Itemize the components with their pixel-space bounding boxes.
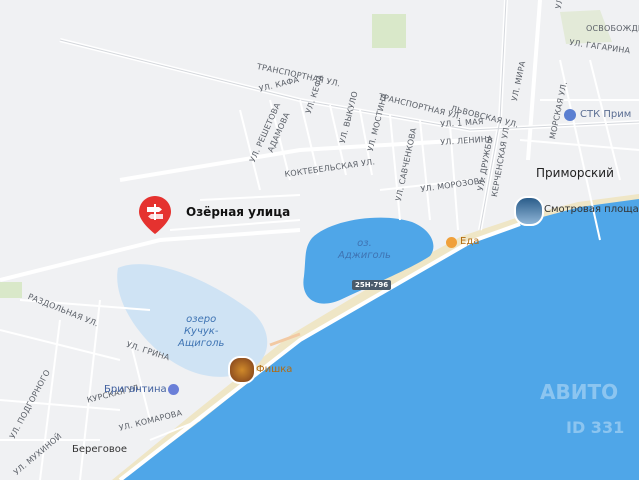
restaurant-photo-icon[interactable]: [228, 356, 256, 384]
watermark: АВИТО: [540, 380, 619, 404]
food-icon[interactable]: [446, 237, 457, 248]
pin-title[interactable]: Озёрная улица: [186, 205, 290, 219]
lake-kuchuk-label: озеро Кучук- Ащиголь: [178, 314, 225, 349]
poi-stk-label[interactable]: СТК Прим: [580, 109, 631, 120]
lake-adzhigol-label: оз. Аджиголь: [338, 238, 391, 261]
road-shield: 25Н-796: [352, 280, 392, 290]
map-canvas[interactable]: оз. Аджиголь озеро Кучук- Ащиголь 25Н-796 Т…: [0, 0, 639, 480]
signpost-pin-icon: [139, 196, 171, 234]
park-area: [372, 14, 406, 48]
watermark-id: ID 331: [566, 418, 625, 437]
building-icon[interactable]: [564, 109, 576, 121]
settlement-label: Приморский: [536, 166, 614, 180]
map-base-layer: [0, 0, 639, 480]
poi-fishka-label[interactable]: Фишка: [256, 364, 292, 375]
location-pin[interactable]: [137, 194, 173, 236]
poi-viewpoint-label[interactable]: Смотровая площад: [544, 204, 639, 215]
park-area: [0, 282, 22, 298]
settlement-label: Береговое: [72, 444, 128, 455]
poi-food-label[interactable]: Еда: [460, 236, 479, 247]
hotel-icon[interactable]: [168, 384, 179, 395]
poi-brigantina-label[interactable]: Бригантина: [104, 384, 167, 395]
street-label: ОСВОБОЖДЕНИ: [586, 24, 639, 33]
viewpoint-photo-icon[interactable]: [514, 196, 544, 226]
